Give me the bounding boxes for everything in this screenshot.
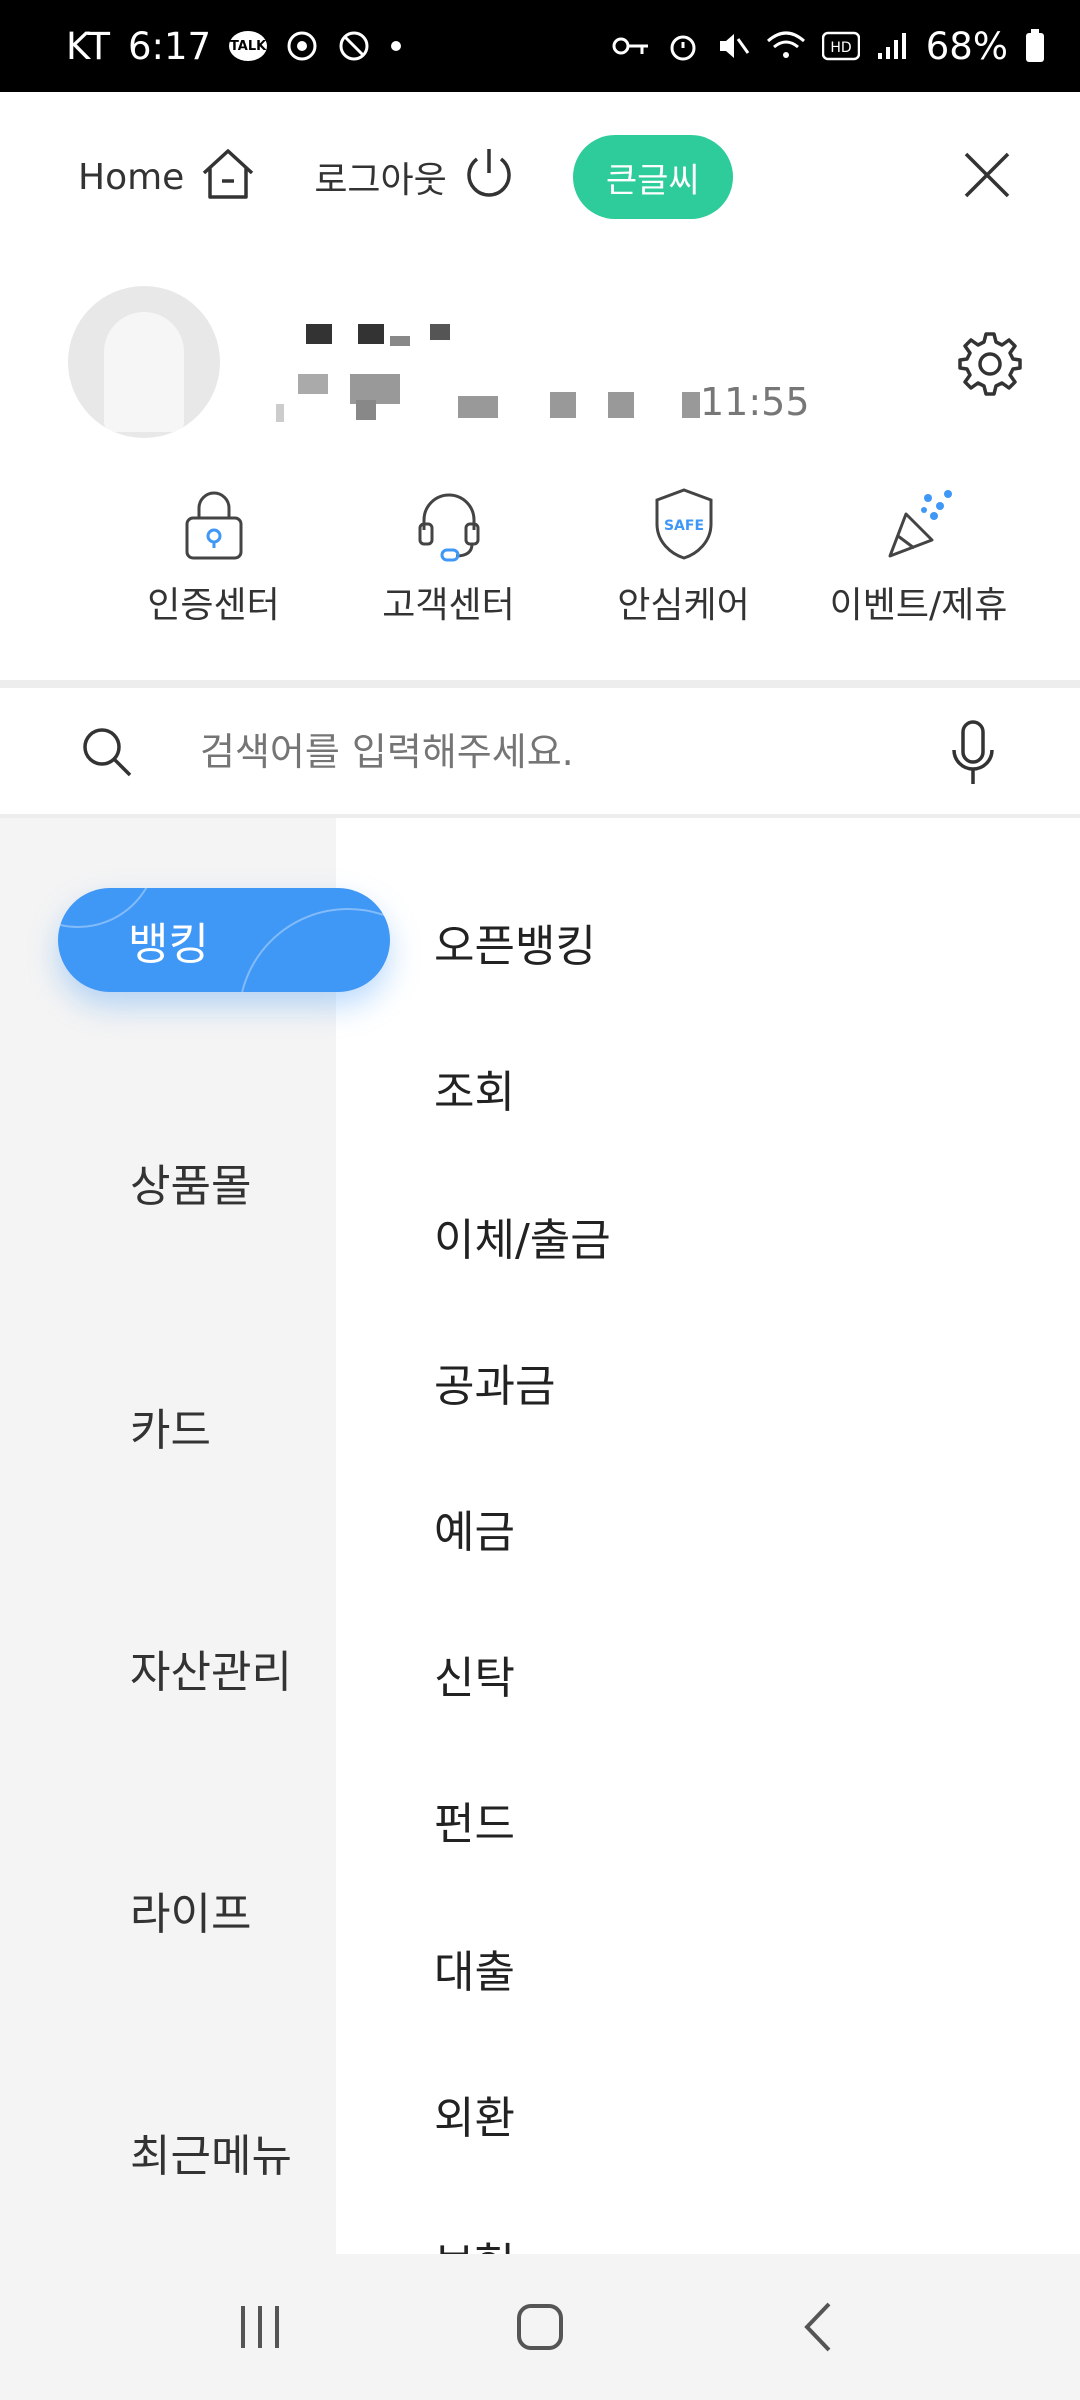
submenu-deposit[interactable]: 예금 [434, 1496, 515, 1560]
user-profile: 11:55 [0, 262, 1080, 462]
logout-label: 로그아웃 [314, 160, 447, 201]
nav-item-banking[interactable]: 뱅킹 [58, 888, 390, 992]
vpn-key-icon [612, 34, 650, 58]
submenu-foreign-exchange[interactable]: 외환 [434, 2082, 515, 2146]
quick-label: 인증센터 [147, 585, 280, 626]
shield-safe-icon: SAFE [649, 486, 719, 562]
svg-text:HD: HD [830, 40, 851, 56]
talk-badge: TALK [229, 31, 268, 61]
submenu-utility-bills[interactable]: 공과금 [434, 1350, 555, 1414]
search-input[interactable] [200, 730, 920, 774]
avatar[interactable] [68, 286, 220, 438]
system-navigation-bar [0, 2254, 1080, 2400]
nav-item-asset-management[interactable]: 자산관리 [130, 1636, 292, 1700]
nav-item-life[interactable]: 라이프 [130, 1878, 251, 1942]
party-popper-icon [884, 486, 954, 562]
power-icon [461, 143, 517, 212]
quick-menu: 인증센터 고객센터 SAFE 안심케어 이벤트/제휴 [0, 486, 1080, 646]
close-icon[interactable] [960, 148, 1014, 202]
search-icon[interactable] [80, 725, 134, 779]
search-bar [0, 688, 1080, 816]
nav-item-label: 뱅킹 [128, 919, 209, 970]
clock: 6:17 [128, 24, 212, 68]
back-icon[interactable] [790, 2297, 850, 2357]
headset-icon [414, 486, 484, 562]
lock-icon [179, 486, 249, 562]
kakaotalk-icon: TALK [229, 31, 268, 61]
recent-apps-icon[interactable] [230, 2297, 290, 2357]
logout-button[interactable]: 로그아웃 [314, 143, 516, 212]
divider [0, 680, 1080, 688]
submenu-inquiry[interactable]: 조회 [434, 1056, 515, 1120]
battery-icon [1024, 28, 1046, 64]
quick-safe-care[interactable]: SAFE 안심케어 [566, 486, 801, 646]
carrier-label: KT [66, 24, 110, 68]
avatar-silhouette [104, 312, 184, 432]
menu-header: Home 로그아웃 큰글씨 [0, 92, 1080, 262]
mute-icon [716, 29, 750, 63]
nav-item-shopping-mall[interactable]: 상품몰 [130, 1150, 251, 1214]
last-login-time: 11:55 [700, 380, 810, 424]
submenu-trust[interactable]: 신탁 [434, 1642, 515, 1706]
nav-item-recent-menu[interactable]: 최근메뉴 [130, 2120, 292, 2184]
quick-auth-center[interactable]: 인증센터 [96, 486, 331, 646]
quick-label: 이벤트/제휴 [829, 585, 1008, 626]
do-not-disturb-icon [337, 29, 371, 63]
submenu-transfer[interactable]: 이체/출금 [434, 1204, 611, 1268]
battery-percent: 68% [925, 24, 1008, 68]
home-button[interactable]: Home [78, 143, 258, 212]
gear-icon[interactable] [954, 328, 1026, 400]
decorative-arc [238, 908, 390, 992]
sync-icon [285, 29, 319, 63]
category-nav: 뱅킹 상품몰 카드 자산관리 라이프 최근메뉴 [0, 818, 390, 2254]
home-label: Home [78, 156, 185, 198]
submenu-insurance[interactable]: 보험 [434, 2228, 515, 2254]
quick-label: 안심케어 [617, 585, 750, 626]
home-nav-icon[interactable] [510, 2297, 570, 2357]
submenu-loan[interactable]: 대출 [434, 1936, 515, 2000]
submenu-open-banking[interactable]: 오픈뱅킹 [434, 910, 596, 974]
submenu-fund[interactable]: 펀드 [434, 1788, 515, 1852]
hd-icon: HD [821, 31, 860, 61]
shield-safe-text: SAFE [663, 518, 703, 534]
home-icon [198, 143, 258, 212]
quick-customer-center[interactable]: 고객센터 [331, 486, 566, 646]
nav-item-card[interactable]: 카드 [130, 1394, 211, 1458]
notification-dot-icon [389, 39, 403, 53]
big-text-button[interactable]: 큰글씨 [572, 135, 733, 219]
microphone-icon[interactable] [948, 718, 998, 788]
wifi-icon [766, 29, 806, 63]
status-bar: KT 6:17 TALK HD 68% [0, 0, 1080, 92]
signal-icon [876, 31, 910, 61]
quick-label: 고객센터 [382, 585, 515, 626]
quick-event[interactable]: 이벤트/제휴 [801, 486, 1036, 646]
alarm-icon [666, 29, 700, 63]
menu-panel: 뱅킹 상품몰 카드 자산관리 라이프 최근메뉴 오픈뱅킹 조회 이체/출금 공과… [0, 818, 1080, 2254]
